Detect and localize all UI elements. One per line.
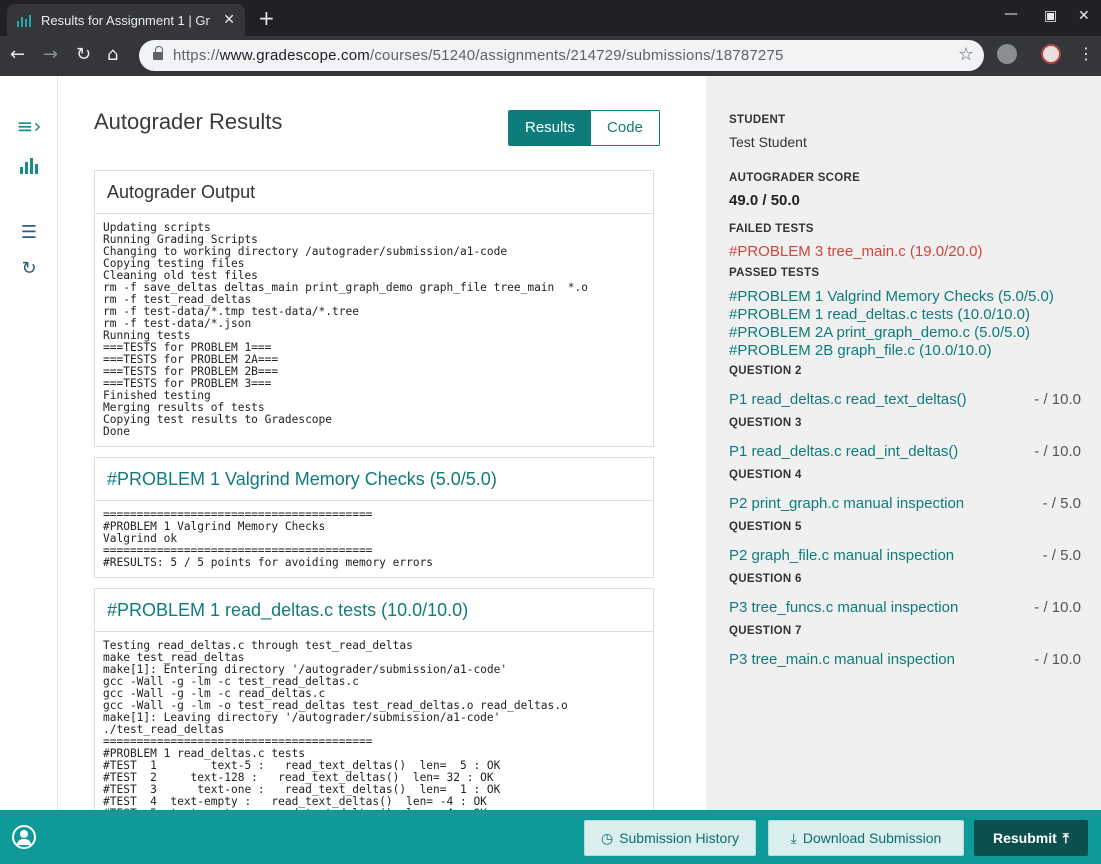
question-link[interactable]: P1 read_deltas.c read_text_deltas()	[729, 391, 967, 408]
left-nav: ≡› ☰ ↻	[0, 76, 58, 810]
test-output-text: ========================================…	[103, 508, 434, 569]
autograder-output-card: Autograder Output Updating scripts Runni…	[94, 170, 654, 447]
refresh-icon[interactable]: ↻	[0, 258, 58, 279]
student-name: Test Student	[729, 134, 807, 150]
tab-close-icon[interactable]: ✕	[223, 12, 235, 28]
question-link[interactable]: P2 print_graph.c manual inspection	[729, 495, 964, 512]
maximize-icon[interactable]: ▣	[1044, 8, 1057, 24]
test-output-text: Testing read_deltas.c through test_read_…	[103, 639, 568, 811]
url-text: https://www.gradescope.com/courses/51240…	[173, 47, 784, 64]
bar-chart-icon[interactable]	[0, 158, 58, 179]
question-label: QUESTION 6	[729, 573, 802, 585]
window-close-icon[interactable]: ✕	[1078, 8, 1090, 24]
question-label: QUESTION 5	[729, 521, 802, 533]
question-label: QUESTION 2	[729, 365, 802, 377]
resubmit-button[interactable]: Resubmit ⤒	[974, 820, 1088, 856]
passed-test-link[interactable]: #PROBLEM 1 read_deltas.c tests (10.0/10.…	[729, 306, 1030, 324]
profile-avatar-icon[interactable]	[1041, 44, 1061, 64]
question-label: QUESTION 4	[729, 469, 802, 481]
passed-test-link[interactable]: #PROBLEM 2B graph_file.c (10.0/10.0)	[729, 342, 992, 360]
question-link[interactable]: P1 read_deltas.c read_int_deltas()	[729, 443, 958, 460]
download-icon: ⤓	[790, 829, 797, 846]
chrome-menu-icon[interactable]: ⋮	[1078, 44, 1094, 63]
student-label: STUDENT	[729, 114, 786, 126]
card-title: Autograder Output	[95, 171, 653, 214]
code-tab[interactable]: Code	[591, 111, 659, 145]
passed-test-link[interactable]: #PROBLEM 2A print_graph_demo.c (5.0/5.0)	[729, 324, 1030, 342]
failed-test-link[interactable]: #PROBLEM 3 tree_main.c (19.0/20.0)	[729, 243, 982, 260]
browser-tab-bar: Results for Assignment 1 | Gr ✕ + — ▣ ✕	[0, 0, 1101, 36]
results-code-toggle: Results Code	[508, 110, 660, 146]
submission-sidebar: STUDENT Test Student AUTOGRADER SCORE 49…	[706, 76, 1101, 810]
question-score: - / 10.0	[1034, 599, 1081, 616]
clock-icon: ◷	[600, 829, 614, 846]
upload-icon: ⤒	[1062, 829, 1069, 846]
question-link[interactable]: P3 tree_funcs.c manual inspection	[729, 599, 958, 616]
reload-icon[interactable]: ↻	[76, 44, 91, 65]
expand-menu-icon[interactable]: ≡›	[0, 114, 58, 138]
main-content: Autograder Results Results Code Autograd…	[58, 76, 706, 810]
autograder-score: 49.0 / 50.0	[729, 192, 800, 209]
back-arrow-icon[interactable]: ←	[10, 44, 25, 65]
tab-title: Results for Assignment 1 | Gr	[41, 12, 210, 28]
lock-icon	[153, 46, 163, 61]
question-label: QUESTION 3	[729, 417, 802, 429]
test-card-title[interactable]: #PROBLEM 1 read_deltas.c tests (10.0/10.…	[95, 589, 653, 632]
extension-icon[interactable]	[997, 44, 1017, 64]
gradescope-favicon-icon	[17, 13, 31, 27]
new-tab-button[interactable]: +	[258, 6, 275, 30]
question-score: - / 5.0	[1042, 495, 1081, 512]
question-link[interactable]: P3 tree_main.c manual inspection	[729, 651, 955, 668]
question-score: - / 10.0	[1034, 651, 1081, 668]
browser-tab[interactable]: Results for Assignment 1 | Gr ✕	[7, 4, 245, 36]
question-label: QUESTION 7	[729, 625, 802, 637]
test-card-title[interactable]: #PROBLEM 1 Valgrind Memory Checks (5.0/5…	[95, 458, 653, 501]
question-score: - / 5.0	[1042, 547, 1081, 564]
list-icon[interactable]: ☰	[0, 222, 58, 243]
address-bar[interactable]: https://www.gradescope.com/courses/51240…	[139, 40, 984, 71]
page-title: Autograder Results	[94, 109, 283, 134]
failed-tests-label: FAILED TESTS	[729, 223, 814, 235]
forward-arrow-icon[interactable]: →	[43, 44, 58, 65]
results-tab[interactable]: Results	[509, 111, 592, 145]
bottom-action-bar: ◷ Submission History ⤓ Download Submission…	[0, 810, 1101, 864]
browser-toolbar: ← → ↻ ⌂ https://www.gradescope.com/cours…	[0, 36, 1101, 76]
passed-tests-label: PASSED TESTS	[729, 267, 820, 279]
question-score: - / 10.0	[1034, 391, 1081, 408]
user-account-icon[interactable]	[12, 825, 36, 849]
score-label: AUTOGRADER SCORE	[729, 172, 861, 184]
autograder-output-text: Updating scripts Running Grading Scripts…	[103, 221, 588, 438]
question-score: - / 10.0	[1034, 443, 1081, 460]
test-result-card: #PROBLEM 1 Valgrind Memory Checks (5.0/5…	[94, 457, 654, 578]
passed-test-link[interactable]: #PROBLEM 1 Valgrind Memory Checks (5.0/5…	[729, 288, 1054, 306]
download-submission-button[interactable]: ⤓ Download Submission	[768, 820, 964, 856]
minimize-icon[interactable]: —	[1004, 6, 1018, 22]
question-link[interactable]: P2 graph_file.c manual inspection	[729, 547, 954, 564]
submission-history-button[interactable]: ◷ Submission History	[584, 820, 756, 856]
home-icon[interactable]: ⌂	[107, 44, 118, 65]
test-result-card: #PROBLEM 1 read_deltas.c tests (10.0/10.…	[94, 588, 654, 810]
bookmark-star-icon[interactable]: ☆	[958, 44, 974, 65]
